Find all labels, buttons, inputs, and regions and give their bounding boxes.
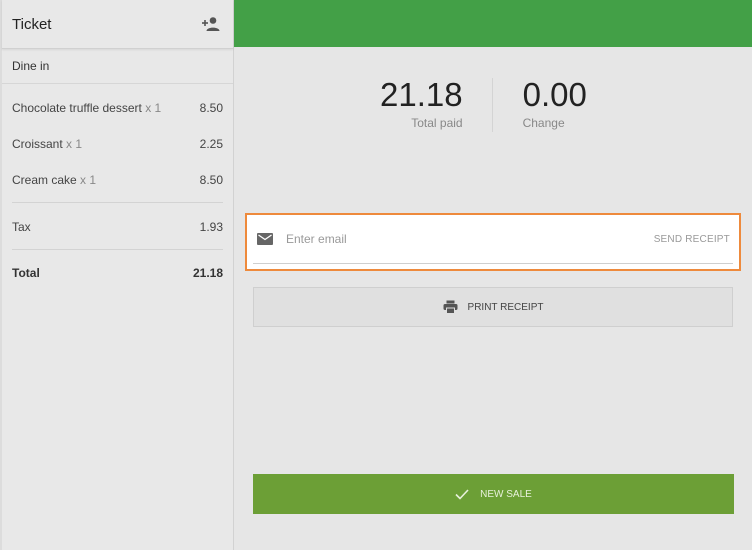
check-icon	[455, 488, 469, 500]
item-qty: x 1	[80, 173, 97, 187]
total-label: Total	[12, 266, 40, 280]
change-label: Change	[522, 116, 565, 130]
person-add-icon[interactable]	[201, 16, 221, 32]
mail-icon	[257, 233, 273, 245]
item-qty: x 1	[66, 137, 83, 151]
print-receipt-label: PRINT RECEIPT	[467, 301, 544, 313]
send-receipt-button[interactable]: SEND RECEIPT	[654, 234, 730, 245]
ticket-line-item[interactable]: Croissant x 1 2.25	[12, 126, 223, 162]
total-value: 21.18	[192, 266, 223, 280]
new-sale-label: NEW SALE	[480, 488, 532, 500]
change: 0.00 Change	[493, 76, 587, 132]
item-qty: x 1	[145, 101, 162, 115]
change-value: 0.00	[522, 76, 587, 113]
total-row: Total 21.18	[12, 255, 223, 291]
item-name: Croissant	[12, 137, 63, 151]
item-price: 8.50	[199, 101, 223, 115]
total-paid-label: Total paid	[411, 116, 463, 130]
tax-value: 1.93	[199, 220, 223, 234]
ticket-panel: Ticket Dine in Chocolate truffle dessert…	[0, 0, 234, 550]
tax-label: Tax	[12, 220, 31, 234]
ticket-line-item[interactable]: Chocolate truffle dessert x 1 8.50	[12, 90, 223, 126]
ticket-line-item[interactable]: Cream cake x 1 8.50	[12, 162, 223, 198]
ticket-header: Ticket	[2, 0, 233, 49]
item-name: Cream cake	[12, 173, 77, 187]
item-name: Chocolate truffle dessert	[12, 101, 142, 115]
payment-summary: 21.18 Total paid 0.00 Change	[380, 76, 587, 132]
new-sale-button[interactable]: NEW SALE	[253, 474, 734, 514]
total-paid-value: 21.18	[380, 76, 463, 113]
email-receipt-box: SEND RECEIPT	[245, 213, 741, 271]
email-input[interactable]	[284, 231, 654, 247]
email-field-row: SEND RECEIPT	[253, 215, 733, 264]
top-app-bar	[234, 0, 752, 47]
total-paid: 21.18 Total paid	[380, 76, 463, 132]
ticket-title: Ticket	[12, 15, 52, 33]
item-price: 8.50	[199, 173, 223, 187]
print-receipt-button[interactable]: PRINT RECEIPT	[253, 287, 733, 327]
item-price: 2.25	[199, 137, 223, 151]
printer-icon	[443, 300, 458, 314]
tax-row: Tax 1.93	[12, 209, 223, 245]
dining-option[interactable]: Dine in	[2, 49, 233, 84]
